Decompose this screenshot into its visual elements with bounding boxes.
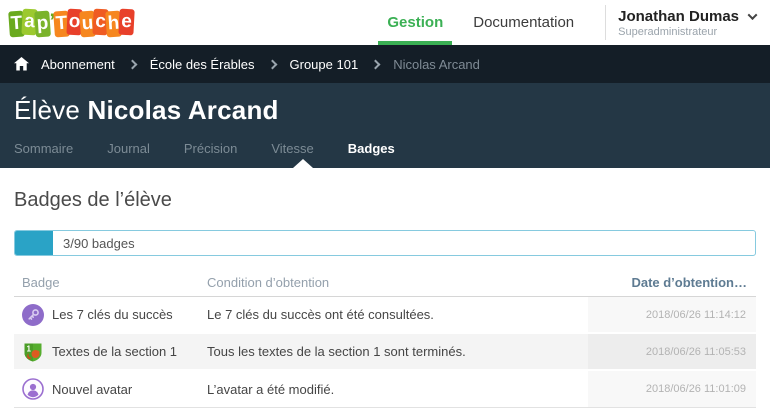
logo-letter: e xyxy=(118,8,134,35)
badge-name: Textes de la section 1 xyxy=(52,344,177,359)
sort-indicator-icon: … xyxy=(734,275,748,290)
tab-badges[interactable]: Badges xyxy=(348,141,395,166)
column-header-date-label: Date d’obtention xyxy=(631,275,734,290)
badge-condition: Tous les textes de la section 1 sont ter… xyxy=(207,344,588,359)
column-header-badge[interactable]: Badge xyxy=(14,275,207,290)
progress-fill xyxy=(15,231,53,255)
chevron-right-icon xyxy=(267,59,277,69)
page-title-prefix: Élève xyxy=(14,95,80,125)
page-title-name: Nicolas Arcand xyxy=(87,95,278,125)
badge-condition: Le 7 clés du succès ont été consultées. xyxy=(207,307,588,322)
user-role: Superadministrateur xyxy=(618,26,756,38)
tab-journal[interactable]: Journal xyxy=(107,141,150,166)
page-title: Élève Nicolas Arcand xyxy=(14,95,756,126)
breadcrumb-item-current: Nicolas Arcand xyxy=(393,57,480,72)
top-bar: T a p ’ T o u c h e Gestion Documentatio… xyxy=(0,0,770,45)
svg-text:1: 1 xyxy=(27,344,32,353)
table-row: Nouvel avatar L’avatar a été modifié. 20… xyxy=(14,371,756,408)
column-header-condition[interactable]: Condition d’obtention xyxy=(207,275,588,290)
badges-progress-bar: 3/90 badges xyxy=(14,230,756,256)
active-tab-pointer xyxy=(293,159,313,168)
table-row: 1 Textes de la section 1 Tous les textes… xyxy=(14,334,756,371)
table-header-row: Badge Condition d’obtention Date d’obten… xyxy=(14,269,756,297)
badge-date: 2018/06/26 11:01:09 xyxy=(588,371,756,407)
seven-keys-badge-icon xyxy=(22,304,44,326)
progress-label: 3/90 badges xyxy=(63,231,135,255)
badge-name: Nouvel avatar xyxy=(52,382,132,397)
nav-documentation[interactable]: Documentation xyxy=(458,0,589,45)
new-avatar-badge-icon xyxy=(22,378,44,400)
section-1-shield-badge-icon: 1 xyxy=(22,341,44,363)
breadcrumb-item-abonnement[interactable]: Abonnement xyxy=(41,57,115,72)
column-header-date-sorted[interactable]: Date d’obtention… xyxy=(588,275,756,290)
badge-condition: L’avatar a été modifié. xyxy=(207,382,588,397)
topbar-divider xyxy=(605,5,606,40)
badge-date: 2018/06/26 11:05:53 xyxy=(588,334,756,369)
breadcrumb-item-ecole[interactable]: École des Érables xyxy=(150,57,255,72)
section-heading: Badges de l’élève xyxy=(14,189,756,212)
chevron-down-icon xyxy=(748,10,758,20)
topbar-spacer xyxy=(133,0,373,45)
tab-sommaire[interactable]: Sommaire xyxy=(14,141,73,166)
breadcrumb: Abonnement École des Érables Groupe 101 … xyxy=(0,45,770,83)
badges-content: Badges de l’élève 3/90 badges Badge Cond… xyxy=(0,189,770,408)
table-row: Les 7 clés du succès Le 7 clés du succès… xyxy=(14,297,756,334)
student-header: Élève Nicolas Arcand Sommaire Journal Pr… xyxy=(0,83,770,168)
taptouche-logo[interactable]: T a p ’ T o u c h e xyxy=(10,0,133,45)
badges-table: Badge Condition d’obtention Date d’obten… xyxy=(14,269,756,408)
home-icon[interactable] xyxy=(14,57,29,71)
badge-name: Les 7 clés du succès xyxy=(52,307,173,322)
breadcrumb-item-groupe[interactable]: Groupe 101 xyxy=(290,57,359,72)
user-menu[interactable]: Jonathan Dumas Superadministrateur xyxy=(618,0,756,45)
chevron-right-icon xyxy=(371,59,381,69)
user-name: Jonathan Dumas xyxy=(618,8,739,25)
student-tabs: Sommaire Journal Précision Vitesse Badge… xyxy=(14,141,756,166)
badge-date: 2018/06/26 11:14:12 xyxy=(588,297,756,332)
chevron-right-icon xyxy=(127,59,137,69)
nav-gestion[interactable]: Gestion xyxy=(372,0,458,45)
tab-precision[interactable]: Précision xyxy=(184,141,237,166)
